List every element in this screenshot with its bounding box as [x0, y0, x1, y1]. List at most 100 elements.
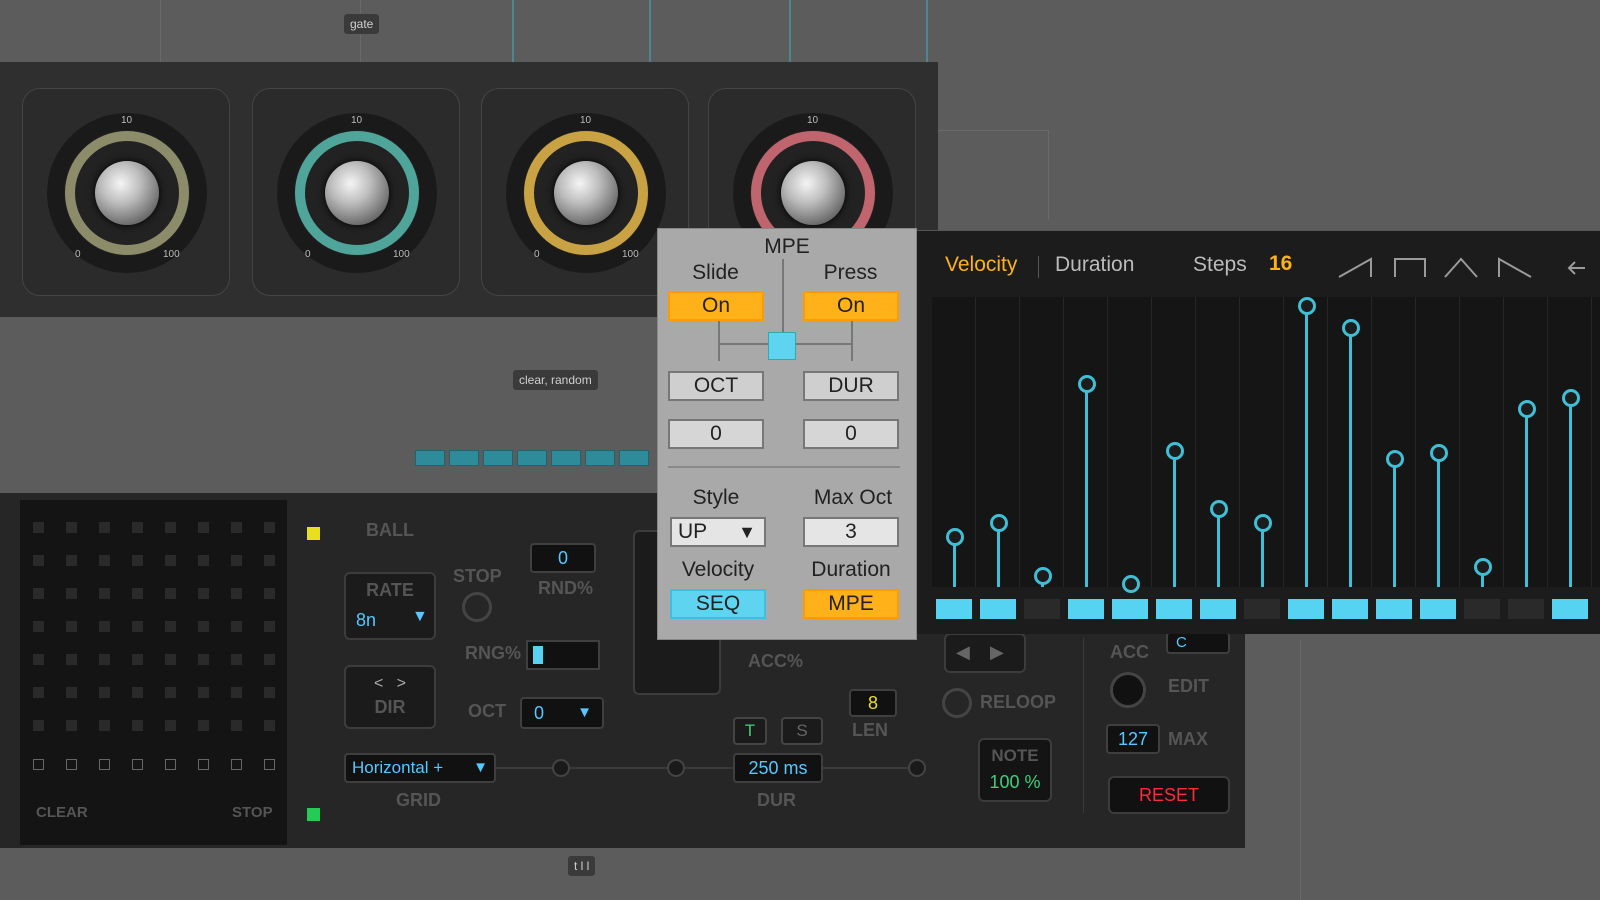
position-marker[interactable]: [66, 759, 77, 770]
slide-toggle[interactable]: On: [668, 291, 764, 321]
step-toggle[interactable]: [1024, 599, 1060, 619]
velocity-handle[interactable]: [1342, 319, 1360, 338]
grid-cell[interactable]: [66, 588, 77, 599]
grid-cell[interactable]: [132, 687, 143, 698]
velocity-step-graph[interactable]: [932, 297, 1600, 593]
clear-label[interactable]: CLEAR: [36, 804, 88, 821]
key-dropdown[interactable]: C: [1166, 632, 1230, 654]
ramp-up-icon[interactable]: [1338, 257, 1372, 278]
step-toggle[interactable]: [1200, 599, 1236, 619]
grid-cell[interactable]: [198, 555, 209, 566]
len-number[interactable]: 8: [849, 689, 897, 717]
grid-cell[interactable]: [264, 687, 275, 698]
velocity-handle[interactable]: [1078, 374, 1096, 393]
gate-tag[interactable]: gate: [344, 14, 380, 34]
stop-bottom-label[interactable]: STOP: [232, 804, 273, 821]
grid-cell[interactable]: [132, 720, 143, 731]
position-marker[interactable]: [132, 759, 143, 770]
grid-cell[interactable]: [99, 720, 110, 731]
max-oct-number[interactable]: 3: [803, 517, 899, 547]
square-icon[interactable]: [1394, 258, 1426, 277]
dur-number[interactable]: 250 ms: [733, 753, 823, 783]
reset-button[interactable]: RESET: [1108, 776, 1230, 814]
step-toggle[interactable]: [1244, 599, 1280, 619]
grid-cell[interactable]: [198, 588, 209, 599]
grid-cell[interactable]: [33, 522, 44, 533]
ball-dot-grid[interactable]: [20, 500, 287, 845]
grid-cell[interactable]: [231, 588, 242, 599]
grid-cell[interactable]: [165, 654, 176, 665]
step-toggle[interactable]: [1464, 599, 1500, 619]
grid-cell[interactable]: [132, 522, 143, 533]
grid-cell[interactable]: [231, 522, 242, 533]
press-toggle[interactable]: On: [803, 291, 899, 321]
arrow-left-icon[interactable]: [1567, 261, 1585, 275]
grid-cell[interactable]: [99, 621, 110, 632]
dur-amount[interactable]: 0: [803, 419, 899, 449]
grid-cell[interactable]: [33, 588, 44, 599]
grid-cell[interactable]: [231, 621, 242, 632]
s-toggle[interactable]: S: [781, 717, 823, 745]
grid-cell[interactable]: [264, 621, 275, 632]
grid-dropdown[interactable]: Horizontal + ▼: [344, 753, 496, 783]
grid-cell[interactable]: [132, 555, 143, 566]
grid-cell[interactable]: [198, 654, 209, 665]
ramp-down-icon[interactable]: [1498, 257, 1532, 278]
tab-duration[interactable]: Duration: [1055, 253, 1134, 277]
grid-cell[interactable]: [66, 522, 77, 533]
step-toggle[interactable]: [1068, 599, 1104, 619]
grid-cell[interactable]: [165, 687, 176, 698]
velocity-stem[interactable]: [1305, 305, 1308, 587]
step-toggle[interactable]: [1112, 599, 1148, 619]
grid-cell[interactable]: [198, 687, 209, 698]
grid-cell[interactable]: [99, 687, 110, 698]
rng-slider[interactable]: [526, 640, 600, 670]
grid-cell[interactable]: [231, 555, 242, 566]
velocity-stem[interactable]: [1437, 452, 1440, 587]
grid-cell[interactable]: [66, 555, 77, 566]
velocity-stem[interactable]: [1393, 457, 1396, 587]
grid-cell[interactable]: [198, 522, 209, 533]
velocity-handle[interactable]: [1034, 566, 1052, 585]
stop-toggle[interactable]: [462, 592, 492, 622]
xy-pad-handle[interactable]: [768, 332, 796, 360]
velocity-source-seq[interactable]: SEQ: [670, 589, 766, 619]
position-marker[interactable]: [99, 759, 110, 770]
grid-cell[interactable]: [132, 588, 143, 599]
oct-amount[interactable]: 0: [668, 419, 764, 449]
grid-cell[interactable]: [33, 654, 44, 665]
grid-cell[interactable]: [264, 654, 275, 665]
velocity-handle[interactable]: [1122, 575, 1140, 593]
grid-cell[interactable]: [66, 654, 77, 665]
velocity-handle[interactable]: [990, 513, 1008, 532]
grid-cell[interactable]: [99, 522, 110, 533]
grid-cell[interactable]: [264, 720, 275, 731]
style-dropdown[interactable]: UP ▼: [670, 517, 766, 547]
velocity-stem[interactable]: [1569, 396, 1572, 587]
step-toggle[interactable]: [936, 599, 972, 619]
dur-selector[interactable]: DUR: [803, 371, 899, 401]
grid-cell[interactable]: [33, 621, 44, 632]
reloop-toggle[interactable]: [942, 688, 972, 718]
step-toggle[interactable]: [1552, 599, 1588, 619]
step-toggle[interactable]: [1508, 599, 1544, 619]
edit-toggle[interactable]: [1110, 672, 1146, 708]
grid-cell[interactable]: [165, 720, 176, 731]
position-marker[interactable]: [231, 759, 242, 770]
dial-knob-1[interactable]: 10 0 100: [47, 113, 207, 273]
grid-cell[interactable]: [99, 654, 110, 665]
grid-cell[interactable]: [99, 588, 110, 599]
velocity-stem[interactable]: [1349, 327, 1352, 587]
grid-cell[interactable]: [165, 621, 176, 632]
step-toggle[interactable]: [1420, 599, 1456, 619]
position-marker[interactable]: [33, 759, 44, 770]
velocity-handle[interactable]: [1254, 513, 1272, 532]
t-toggle[interactable]: T: [733, 717, 767, 745]
grid-cell[interactable]: [198, 720, 209, 731]
tab-velocity[interactable]: Velocity: [945, 253, 1017, 277]
grid-cell[interactable]: [264, 588, 275, 599]
oct-dropdown[interactable]: 0 ▼: [520, 697, 604, 729]
velocity-stem[interactable]: [1173, 449, 1176, 587]
grid-cell[interactable]: [231, 654, 242, 665]
step-toggle[interactable]: [1376, 599, 1412, 619]
